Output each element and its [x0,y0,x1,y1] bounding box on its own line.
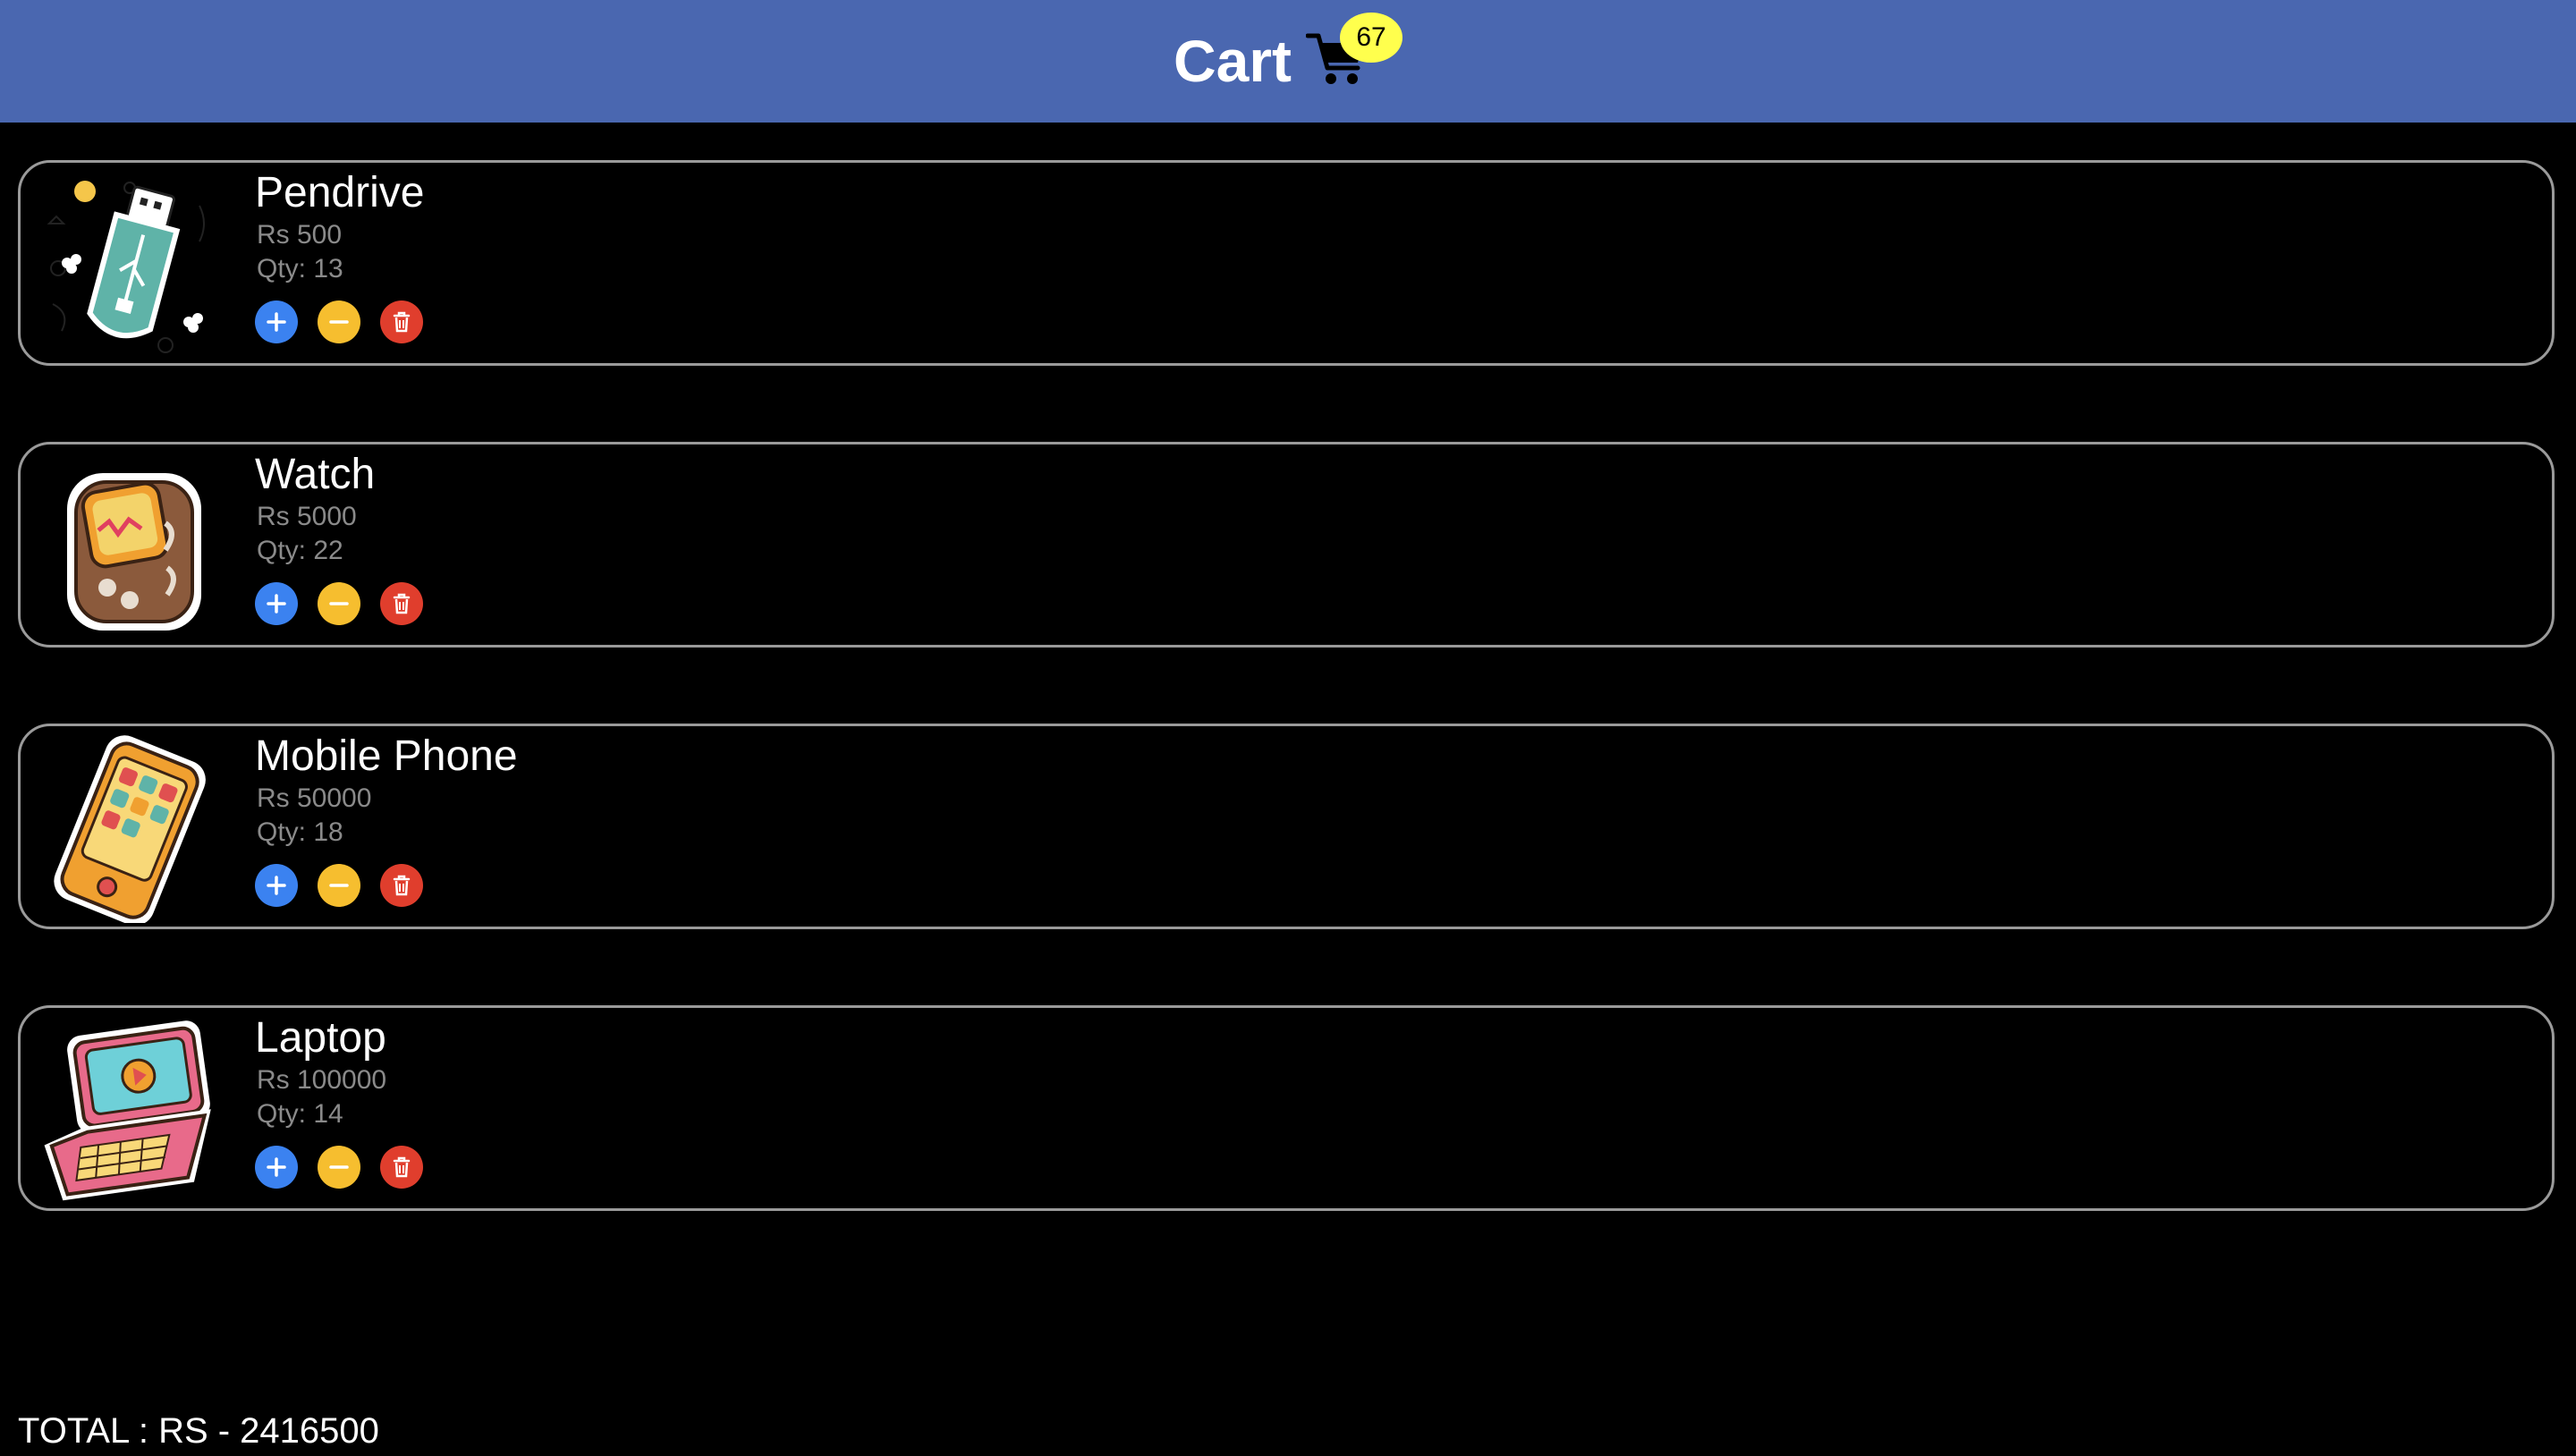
pendrive-sticker-icon [31,170,226,360]
trash-icon [393,1156,411,1178]
delete-item-button[interactable] [380,301,423,343]
decrease-quantity-button[interactable] [318,1146,360,1189]
plus-icon [267,312,286,332]
item-price: Rs 500 [257,220,343,250]
page-title: Cart [1174,28,1292,94]
plus-icon [267,1157,286,1177]
plus-icon [267,594,286,614]
cart-item-card: Pendrive Rs 500 Qty: 13 [18,160,2555,366]
delete-item-button[interactable] [380,1146,423,1189]
item-name: Watch [255,451,376,498]
item-price: Rs 50000 [257,783,372,813]
item-quantity: Qty: 13 [257,254,343,284]
cart-item-card: Laptop Rs 100000 Qty: 14 [18,1005,2555,1211]
decrease-quantity-button[interactable] [318,582,360,625]
item-name: Pendrive [255,169,425,216]
cart-count-badge: 67 [1340,13,1402,63]
delete-item-button[interactable] [380,864,423,907]
decrease-quantity-button[interactable] [318,864,360,907]
cart-item-card: Mobile Phone Rs 50000 Qty: 18 [18,724,2555,929]
minus-icon [329,1165,349,1169]
mobile-phone-sticker-icon [31,733,226,926]
navbar: Cart 67 [0,0,2576,123]
item-price: Rs 5000 [257,502,357,531]
item-quantity: Qty: 18 [257,817,343,847]
increase-quantity-button[interactable] [255,301,298,343]
minus-icon [329,320,349,324]
item-name: Laptop [255,1014,386,1062]
item-price: Rs 100000 [257,1065,387,1095]
increase-quantity-button[interactable] [255,582,298,625]
trash-icon [393,593,411,614]
watch-sticker-icon [31,452,226,641]
plus-icon [267,876,286,895]
item-quantity: Qty: 14 [257,1099,343,1129]
increase-quantity-button[interactable] [255,1146,298,1189]
trash-icon [393,875,411,896]
item-name: Mobile Phone [255,732,518,780]
decrease-quantity-button[interactable] [318,301,360,343]
increase-quantity-button[interactable] [255,864,298,907]
minus-icon [329,884,349,887]
cart-total: TOTAL : RS - 2416500 [18,1411,379,1451]
laptop-sticker-icon [31,1015,226,1205]
cart-item-card: Watch Rs 5000 Qty: 22 [18,442,2555,648]
minus-icon [329,602,349,605]
item-quantity: Qty: 22 [257,536,343,565]
delete-item-button[interactable] [380,582,423,625]
trash-icon [393,311,411,333]
